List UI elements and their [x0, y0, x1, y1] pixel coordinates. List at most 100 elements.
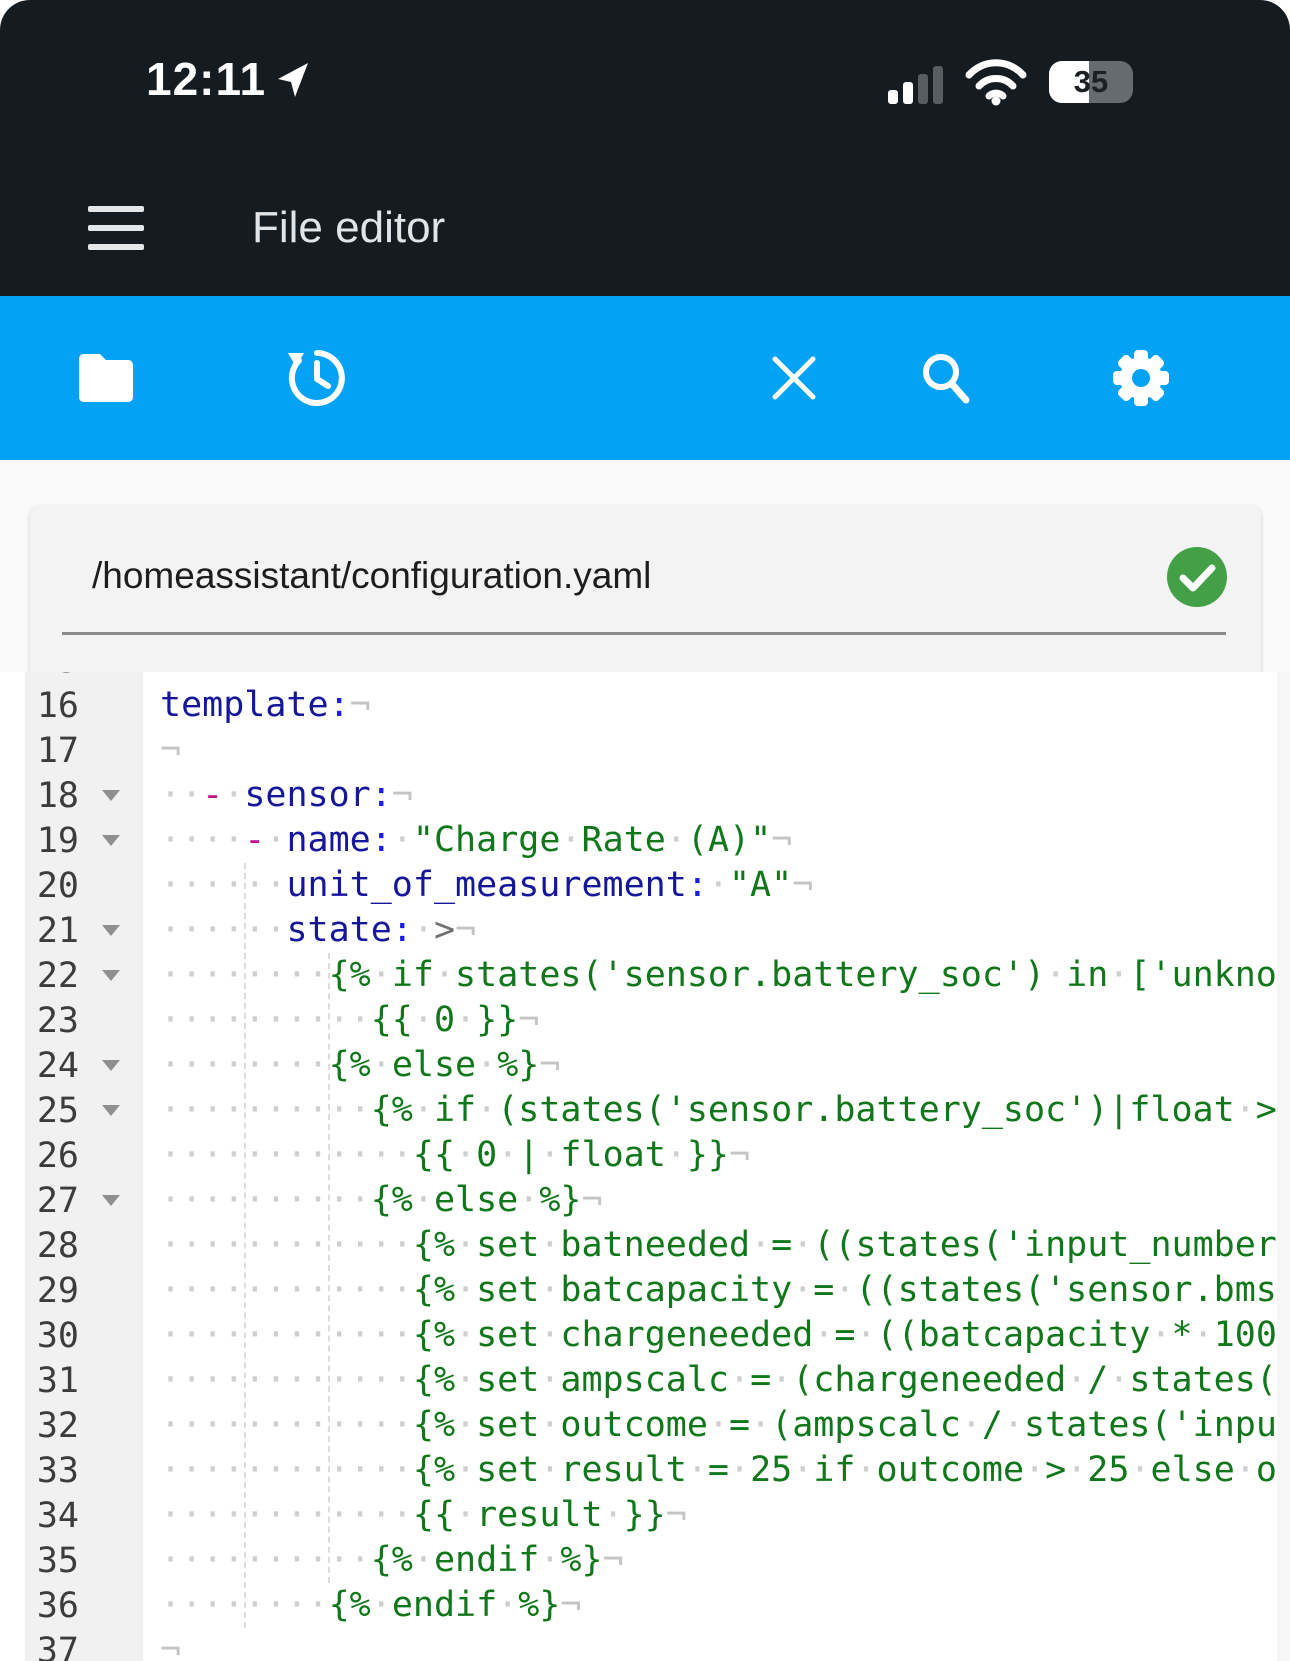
line-number: 16	[0, 686, 79, 726]
code-text[interactable]: ··········{%·endif·%}¬	[143, 1538, 1277, 1583]
code-line[interactable]: 19····-·name:·"Charge·Rate·(A)"¬	[0, 818, 1277, 863]
code-line[interactable]: 28············{%·set·batneeded·=·((state…	[0, 1223, 1277, 1268]
code-text[interactable]: ····-·name:·"Charge·Rate·(A)"¬	[143, 818, 1277, 863]
line-number: 22	[0, 956, 79, 996]
whitespace-dot: ·	[1193, 1315, 1214, 1355]
code-line[interactable]: 27··········{%·else·%}¬	[0, 1178, 1277, 1223]
code-text[interactable]: ············{%·set·outcome·=·(ampscalc·/…	[143, 1403, 1277, 1448]
code-text[interactable]: ············{%·set·result·=·25·if·outcom…	[143, 1448, 1277, 1493]
code-token: {%	[413, 1450, 455, 1490]
code-line[interactable]: 34············{{·result·}}¬	[0, 1493, 1277, 1538]
code-line[interactable]: 21······state:·>¬	[0, 908, 1277, 953]
code-text[interactable]: ··········{%·else·%}¬	[143, 1178, 1277, 1223]
code-text[interactable]: ············{{·0·|·float·}}¬	[143, 1133, 1277, 1178]
code-token: %}	[539, 1180, 581, 1220]
close-button[interactable]	[758, 342, 830, 414]
code-line[interactable]: 31············{%·set·ampscalc·=·(chargen…	[0, 1358, 1277, 1403]
code-line[interactable]: 15	[0, 672, 1277, 683]
whitespace-dot: ·	[413, 1090, 434, 1130]
code-line[interactable]: 33············{%·set·result·=·25·if·outc…	[0, 1448, 1277, 1493]
code-token: *	[1172, 1315, 1193, 1355]
folder-icon	[75, 350, 137, 406]
whitespace-dot: ·	[392, 820, 413, 860]
gutter-cell: 26	[0, 1133, 143, 1178]
clock-time: 12:11	[146, 52, 266, 106]
code-text[interactable]: template:¬	[143, 683, 1277, 728]
fold-arrow-icon[interactable]	[102, 1060, 120, 1071]
code-text[interactable]	[143, 672, 1277, 683]
fold-arrow-icon[interactable]	[102, 835, 120, 846]
code-editor[interactable]: 1516template:¬17¬18··-·sensor:¬19····-·n…	[0, 672, 1277, 1661]
code-token: set	[476, 1405, 539, 1445]
history-button[interactable]	[281, 342, 353, 414]
whitespace-dot: ·	[413, 910, 434, 950]
whitespace-dot: ·	[666, 820, 687, 860]
folder-button[interactable]	[70, 342, 142, 414]
code-line[interactable]: 32············{%·set·outcome·=·(ampscalc…	[0, 1403, 1277, 1448]
fold-arrow-icon[interactable]	[102, 925, 120, 936]
whitespace-dot: ·	[729, 1360, 750, 1400]
code-rows: 1516template:¬17¬18··-·sensor:¬19····-·n…	[0, 672, 1277, 1661]
whitespace-dot: ·	[1066, 1360, 1087, 1400]
editor-toolbar	[0, 296, 1290, 460]
battery-percent: 35	[1049, 61, 1133, 103]
code-token: else	[434, 1180, 518, 1220]
whitespace-dot: ············	[160, 1225, 413, 1265]
code-line[interactable]: 18··-·sensor:¬	[0, 773, 1277, 818]
gear-icon	[1111, 348, 1171, 408]
code-line[interactable]: 29············{%·set·batcapacity·=·((sta…	[0, 1268, 1277, 1313]
code-text[interactable]: ··········{%·if·(states('sensor.battery_…	[143, 1088, 1277, 1133]
fold-arrow-icon[interactable]	[102, 790, 120, 801]
fold-arrow-icon[interactable]	[102, 1195, 120, 1206]
code-text[interactable]: ············{%·set·chargeneeded·=·((batc…	[143, 1313, 1277, 1358]
code-line[interactable]: 23··········{{·0·}}¬	[0, 998, 1277, 1043]
code-token: -	[202, 775, 223, 815]
code-line[interactable]: 30············{%·set·chargeneeded·=·((ba…	[0, 1313, 1277, 1358]
code-token: {%	[413, 1270, 455, 1310]
cellular-signal-icon	[888, 60, 943, 104]
code-token: {%	[371, 1540, 413, 1580]
code-line[interactable]: 36········{%·endif·%}¬	[0, 1583, 1277, 1628]
code-line[interactable]: 22 ········{%·if·states('sensor.battery_s…	[0, 953, 1277, 998]
code-line[interactable]: 26············{{·0·|·float·}}¬	[0, 1133, 1277, 1178]
status-bar: 12:11 35	[0, 0, 1290, 130]
fold-arrow-icon[interactable]	[102, 970, 120, 981]
code-line[interactable]: 20······unit_of_measurement:·"A"¬	[0, 863, 1277, 908]
code-token: outcome	[877, 1450, 1025, 1490]
code-text[interactable]: ¬	[143, 728, 1277, 773]
code-token: result	[560, 1450, 686, 1490]
whitespace-dot: ·	[666, 1135, 687, 1175]
code-text[interactable]: ······state:·>¬	[143, 908, 1277, 953]
search-button[interactable]	[909, 342, 981, 414]
gutter-cell: 17	[0, 728, 143, 773]
code-text[interactable]: ¬	[143, 1628, 1277, 1661]
menu-hamburger-icon[interactable]	[88, 206, 144, 250]
code-line[interactable]: 17¬	[0, 728, 1277, 773]
code-line[interactable]: 35··········{%·endif·%}¬	[0, 1538, 1277, 1583]
gutter-cell: 31	[0, 1358, 143, 1403]
newline-marker: ¬	[539, 1045, 560, 1085]
code-token: (states('sensor.battery_soc')|float	[497, 1090, 1235, 1130]
line-number: 25	[0, 1091, 79, 1131]
code-line[interactable]: 37¬	[0, 1628, 1277, 1661]
fold-arrow-icon[interactable]	[102, 1105, 120, 1116]
code-text[interactable]: ········{%·else·%}¬	[143, 1043, 1277, 1088]
code-line[interactable]: 16 template:¬	[0, 683, 1277, 728]
settings-button[interactable]	[1105, 342, 1177, 414]
code-token: {%	[413, 1315, 455, 1355]
code-text[interactable]: ··-·sensor:¬	[143, 773, 1277, 818]
code-text[interactable]: ········{%·endif·%}¬	[143, 1583, 1277, 1628]
code-text[interactable]: ············{%·set·batneeded·=·((states(…	[143, 1223, 1277, 1268]
code-token: ((batcapacity	[877, 1315, 1151, 1355]
code-text[interactable]: ············{{·result·}}¬	[143, 1493, 1277, 1538]
code-text[interactable]: ··········{{·0·}}¬	[143, 998, 1277, 1043]
code-line[interactable]: 25 ··········{%·if·(states('sensor.batter…	[0, 1088, 1277, 1133]
file-path-input[interactable]: /homeassistant/configuration.yaml	[92, 555, 1132, 597]
newline-marker: ¬	[729, 1135, 750, 1175]
code-text[interactable]: ············{%·set·ampscalc·=·(chargenee…	[143, 1358, 1277, 1403]
code-token: >	[1045, 1450, 1066, 1490]
code-line[interactable]: 24········{%·else·%}¬	[0, 1043, 1277, 1088]
code-text[interactable]: ······unit_of_measurement:·"A"¬	[143, 863, 1277, 908]
code-text[interactable]: ············{%·set·batcapacity·=·((state…	[143, 1268, 1277, 1313]
code-text[interactable]: ········{%·if·states('sensor.battery_soc…	[143, 953, 1277, 998]
